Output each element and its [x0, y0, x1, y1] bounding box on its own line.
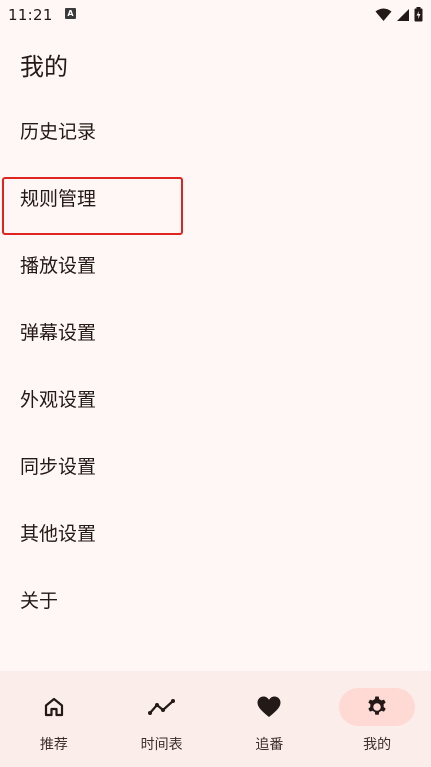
menu-item-other-settings[interactable]: 其他设置 — [0, 499, 431, 566]
nav-label-recommend: 推荐 — [39, 737, 68, 753]
menu-item-sync-settings[interactable]: 同步设置 — [0, 432, 431, 499]
a-icon: A — [65, 8, 76, 19]
menu-item-playback-settings[interactable]: 播放设置 — [0, 231, 431, 298]
nav-icon-container — [124, 688, 200, 726]
nav-label-timetable: 时间表 — [140, 737, 183, 753]
battery-icon — [414, 7, 423, 22]
trend-icon — [147, 699, 175, 715]
heart-icon — [257, 696, 281, 717]
bottom-navigation: 推荐 时间表 追番 我的 — [0, 671, 431, 767]
nav-item-mine[interactable]: 我的 — [323, 671, 431, 767]
menu-item-rule-management[interactable]: 规则管理 — [0, 164, 431, 231]
nav-icon-container — [231, 688, 307, 726]
menu-item-appearance-settings[interactable]: 外观设置 — [0, 365, 431, 432]
nav-label-following: 追番 — [255, 737, 284, 753]
settings-menu: 历史记录 规则管理 播放设置 弹幕设置 外观设置 同步设置 其他设置 关于 — [0, 97, 431, 633]
status-bar: 11:21 A — [0, 0, 431, 30]
page-title: 我的 — [20, 53, 68, 81]
status-icons — [375, 7, 423, 22]
nav-label-mine: 我的 — [363, 737, 392, 753]
nav-icon-container — [16, 688, 92, 726]
signal-icon — [397, 8, 409, 21]
menu-item-danmaku-settings[interactable]: 弹幕设置 — [0, 298, 431, 365]
nav-icon-active-pill — [339, 688, 416, 726]
home-icon — [44, 697, 63, 717]
status-time: 11:21 — [8, 6, 53, 24]
wifi-icon — [375, 8, 392, 21]
menu-item-history[interactable]: 历史记录 — [0, 97, 431, 164]
nav-item-timetable[interactable]: 时间表 — [108, 671, 216, 767]
menu-item-about[interactable]: 关于 — [0, 566, 431, 633]
gear-icon — [368, 696, 386, 715]
nav-item-following[interactable]: 追番 — [216, 671, 324, 767]
nav-item-recommend[interactable]: 推荐 — [0, 671, 108, 767]
screen: 11:21 A 我的 历史记录 规则管理 播放设置 弹幕设置 外观设置 同步设置… — [0, 0, 431, 767]
